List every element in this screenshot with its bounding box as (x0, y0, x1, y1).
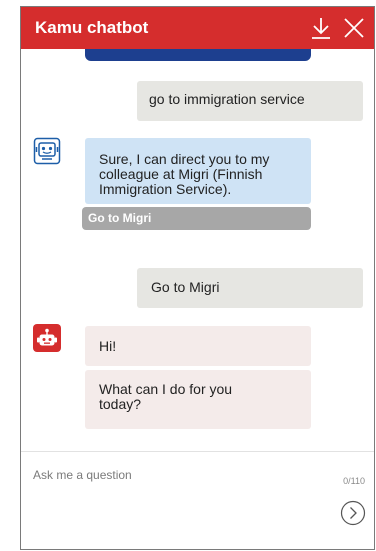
bot-message-bubble: What can I do for you today? (85, 370, 311, 429)
send-icon[interactable] (340, 500, 366, 526)
message-text: go to immigration service (149, 91, 305, 107)
download-icon[interactable] (308, 15, 334, 41)
close-icon[interactable] (341, 15, 367, 41)
message-text: Hi! (99, 338, 117, 354)
chat-header: Kamu chatbot (21, 7, 374, 49)
chat-title: Kamu chatbot (35, 18, 149, 37)
message-list[interactable]: go to immigration service Sure, I can di… (21, 49, 374, 451)
message-text: Go to Migri (151, 279, 220, 295)
button-label: Go to Migri (88, 211, 152, 225)
user-message-bubble: go to immigration service (137, 81, 363, 121)
chat-window: Kamu chatbot go to immigration service S… (20, 6, 375, 550)
message-text: What can I do for you today? (99, 381, 233, 412)
input-area: 0/110 (21, 452, 374, 549)
go-to-migri-button[interactable]: Go to Migri (82, 207, 311, 230)
question-input[interactable] (33, 464, 323, 486)
previous-message-strip (85, 49, 311, 61)
bot-message-bubble: Sure, I can direct you to my colleague a… (85, 138, 311, 204)
user-message-bubble: Go to Migri (137, 268, 363, 308)
bot-avatar-outline-icon (33, 137, 61, 165)
bot-avatar-icon (33, 324, 61, 352)
bot-message-bubble: Hi! (85, 326, 311, 366)
message-text: Sure, I can direct you to my colleague a… (99, 151, 270, 197)
character-counter: 0/110 (343, 476, 365, 486)
